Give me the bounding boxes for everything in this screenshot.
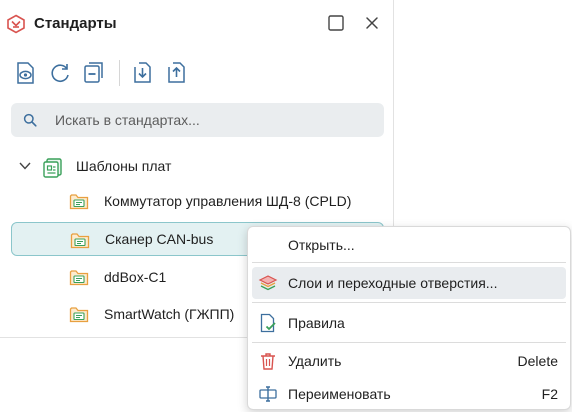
- menu-item-rules[interactable]: Правила: [252, 307, 566, 339]
- menu-item-open[interactable]: Открыть...: [252, 229, 566, 261]
- menu-separator: [252, 342, 566, 343]
- menu-item-label: Переименовать: [288, 386, 391, 402]
- import-icon[interactable]: [131, 60, 155, 86]
- menu-item-rename[interactable]: Переименовать F2: [252, 378, 566, 410]
- tree-item[interactable]: Коммутатор управления ШД-8 (CPLD): [11, 184, 384, 218]
- board-folder-icon: [69, 307, 89, 323]
- maximize-icon[interactable]: [327, 14, 345, 32]
- rename-icon: [259, 386, 277, 402]
- panel-title: Стандарты: [34, 15, 117, 32]
- layers-icon: [258, 275, 278, 291]
- menu-separator: [252, 262, 566, 263]
- tree-item-label: Коммутатор управления ШД-8 (CPLD): [104, 193, 352, 209]
- search-input[interactable]: [55, 103, 375, 137]
- menu-item-shortcut: F2: [541, 386, 558, 402]
- context-menu: Открыть... Слои и переходные отверстия..…: [247, 226, 571, 410]
- menu-item-label: Слои и переходные отверстия...: [288, 275, 498, 291]
- menu-item-label: Открыть...: [288, 237, 355, 253]
- trash-icon: [261, 353, 275, 370]
- tree-item-label: SmartWatch (ГЖПП): [104, 306, 235, 322]
- menu-item-delete[interactable]: Удалить Delete: [252, 345, 566, 377]
- menu-item-shortcut: Delete: [517, 353, 558, 369]
- tree-item-label: Сканер CAN-bus: [105, 231, 214, 247]
- toolbar-separator: [119, 60, 120, 86]
- board-folder-icon: [69, 194, 89, 210]
- chevron-down-icon[interactable]: [18, 161, 32, 171]
- close-icon[interactable]: [362, 13, 382, 33]
- search-box[interactable]: [11, 103, 384, 137]
- export-icon[interactable]: [165, 60, 189, 86]
- board-folder-icon: [69, 270, 89, 286]
- menu-separator: [252, 302, 566, 303]
- menu-item-label: Правила: [288, 315, 345, 331]
- menu-item-layers[interactable]: Слои и переходные отверстия...: [252, 267, 566, 299]
- view-icon[interactable]: [14, 60, 38, 86]
- collapse-icon[interactable]: [82, 60, 106, 86]
- rules-icon: [260, 313, 276, 333]
- tree-group-label: Шаблоны плат: [76, 158, 172, 174]
- tree-item-label: ddBox-C1: [104, 269, 167, 285]
- tree-group-board-templates[interactable]: Шаблоны плат: [14, 153, 314, 181]
- board-templates-icon: [43, 158, 62, 178]
- search-icon: [23, 113, 37, 127]
- standards-icon: [7, 14, 25, 34]
- board-folder-icon: [70, 233, 90, 249]
- menu-item-label: Удалить: [288, 353, 342, 369]
- refresh-icon[interactable]: [48, 60, 72, 86]
